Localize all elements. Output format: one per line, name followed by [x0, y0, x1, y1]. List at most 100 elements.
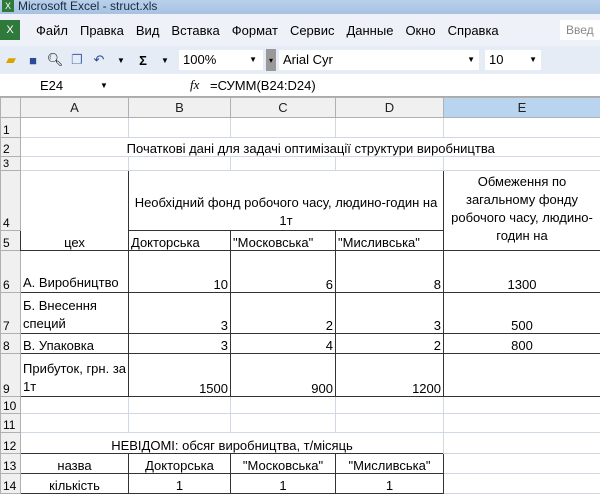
formula-input[interactable]: =СУММ(B24:D24)	[210, 78, 316, 93]
zoom-select[interactable]: 100% ▼	[179, 50, 263, 70]
column-header-c[interactable]: C	[230, 97, 336, 118]
menu-help[interactable]: Справка	[448, 23, 499, 38]
cell-d7[interactable]: 3	[335, 292, 444, 334]
cell[interactable]	[230, 396, 336, 414]
cell-d5[interactable]: "Мисливська"	[335, 230, 444, 251]
cell-d14[interactable]: 1	[335, 473, 444, 494]
print-preview-icon[interactable]: 🔍︎	[44, 49, 66, 71]
menu-view[interactable]: Вид	[136, 23, 160, 38]
cell-a13[interactable]: назва	[20, 453, 129, 474]
column-header-b[interactable]: B	[128, 97, 231, 118]
select-all[interactable]	[0, 97, 21, 118]
name-box[interactable]: E24	[0, 78, 100, 93]
cell-d8[interactable]: 2	[335, 333, 444, 354]
toolbar-options-icon[interactable]: ▾	[266, 49, 276, 71]
cell[interactable]	[20, 413, 129, 433]
cell-a8[interactable]: В. Упаковка	[20, 333, 129, 354]
cell-b14[interactable]: 1	[128, 473, 231, 494]
cell-e8[interactable]: 800	[443, 333, 600, 354]
menu-edit[interactable]: Правка	[80, 23, 124, 38]
cell[interactable]	[443, 396, 600, 414]
cell-a6[interactable]: А. Виробництво	[20, 250, 129, 293]
column-header-d[interactable]: D	[335, 97, 444, 118]
cell-b5[interactable]: Докторська	[128, 230, 231, 251]
cell[interactable]	[20, 156, 129, 171]
cell-b8[interactable]: 3	[128, 333, 231, 354]
row-header[interactable]: 1	[0, 117, 21, 138]
font-select[interactable]: Arial Cyr ▼	[279, 50, 479, 70]
row-header[interactable]: 14	[0, 473, 21, 494]
row-header[interactable]: 4	[0, 170, 21, 231]
cell-d6[interactable]: 8	[335, 250, 444, 293]
cell-a7[interactable]: Б. Внесення специй	[20, 292, 129, 334]
row-header[interactable]: 3	[0, 156, 21, 171]
undo-dropdown-icon[interactable]: ▼	[110, 49, 132, 71]
cell[interactable]	[335, 117, 444, 138]
cell-b4[interactable]: Необхідний фонд робочого часу, людино-го…	[128, 170, 444, 231]
row-header[interactable]: 2	[0, 137, 21, 157]
cell[interactable]	[128, 396, 231, 414]
cell[interactable]	[443, 473, 600, 494]
cell-c9[interactable]: 900	[230, 353, 336, 397]
cell-c7[interactable]: 2	[230, 292, 336, 334]
cell[interactable]	[230, 117, 336, 138]
cell-e9[interactable]	[443, 353, 600, 397]
excel-doc-icon[interactable]: X	[0, 20, 20, 40]
cell[interactable]	[443, 413, 600, 433]
help-search-input[interactable]: Введ	[560, 20, 600, 40]
column-header-e[interactable]: E	[443, 97, 600, 118]
autosum-icon[interactable]: Σ	[132, 49, 154, 71]
menu-data[interactable]: Данные	[346, 23, 393, 38]
row-header[interactable]: 11	[0, 413, 21, 433]
row-header[interactable]: 9	[0, 353, 21, 397]
cell-b6[interactable]: 10	[128, 250, 231, 293]
cell[interactable]	[230, 413, 336, 433]
row-header[interactable]: 13	[0, 453, 21, 474]
cell-c14[interactable]: 1	[230, 473, 336, 494]
cell[interactable]	[20, 117, 129, 138]
cell[interactable]	[443, 117, 600, 138]
cell-c6[interactable]: 6	[230, 250, 336, 293]
cell-e4[interactable]: Обмеження по загальному фонду робочого ч…	[443, 170, 600, 251]
cell-d13[interactable]: "Мисливська"	[335, 453, 444, 474]
column-header-a[interactable]: A	[20, 97, 129, 118]
row-header[interactable]: 7	[0, 292, 21, 334]
cell[interactable]	[230, 156, 336, 171]
cell-a5[interactable]: цех	[20, 170, 129, 251]
open-icon[interactable]: ▰	[0, 49, 22, 71]
cell-e6[interactable]: 1300	[443, 250, 600, 293]
row-header[interactable]: 6	[0, 250, 21, 293]
save-icon[interactable]: ■	[22, 49, 44, 71]
fx-icon[interactable]: fx	[190, 77, 210, 93]
cell[interactable]	[20, 396, 129, 414]
row-header[interactable]: 8	[0, 333, 21, 354]
font-size-select[interactable]: 10 ▼	[485, 50, 541, 70]
menu-file[interactable]: Файл	[36, 23, 68, 38]
menu-tools[interactable]: Сервис	[290, 23, 335, 38]
cell-b7[interactable]: 3	[128, 292, 231, 334]
menu-window[interactable]: Окно	[405, 23, 435, 38]
name-box-dropdown-icon[interactable]: ▼	[100, 81, 190, 90]
cell[interactable]	[443, 156, 600, 171]
cell[interactable]	[335, 396, 444, 414]
cell-b9[interactable]: 1500	[128, 353, 231, 397]
cell-b13[interactable]: Докторська	[128, 453, 231, 474]
undo-icon[interactable]: ↶	[88, 49, 110, 71]
cell[interactable]	[128, 117, 231, 138]
cell-c13[interactable]: "Московська"	[230, 453, 336, 474]
cell-c5[interactable]: "Московська"	[230, 230, 336, 251]
copy-icon[interactable]: ❐	[66, 49, 88, 71]
menu-insert[interactable]: Вставка	[171, 23, 219, 38]
cell-a9[interactable]: Прибуток, грн. за 1т	[20, 353, 129, 397]
cell-d9[interactable]: 1200	[335, 353, 444, 397]
row-header[interactable]: 5	[0, 230, 21, 251]
cell[interactable]	[128, 413, 231, 433]
row-header[interactable]: 10	[0, 396, 21, 414]
autosum-dropdown-icon[interactable]: ▼	[154, 49, 176, 71]
cell[interactable]	[443, 453, 600, 474]
row-header[interactable]: 12	[0, 432, 21, 454]
cell-a12[interactable]: НЕВІДОМІ: обсяг виробництва, т/місяць	[21, 433, 444, 454]
table-title[interactable]: Початкові дані для задачі оптимізації ст…	[21, 138, 600, 157]
cell-e7[interactable]: 500	[443, 292, 600, 334]
cell[interactable]	[335, 156, 444, 171]
